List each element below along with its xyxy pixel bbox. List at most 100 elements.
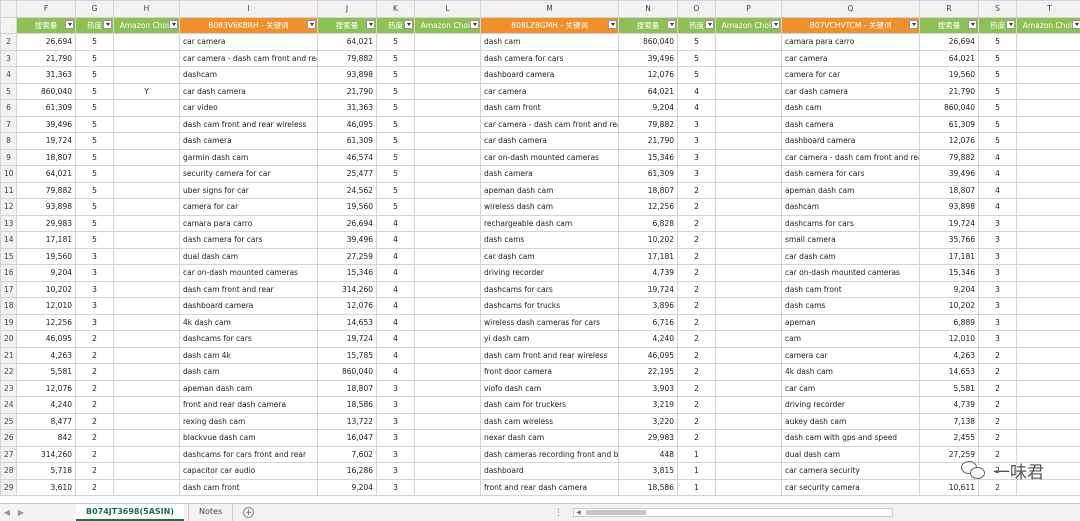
cell[interactable]: 860,040 [618, 33, 678, 51]
cell[interactable]: dashboard camera [179, 297, 318, 315]
scroll-left-arrow[interactable]: ◀ [574, 509, 583, 516]
cell[interactable]: 79,882 [317, 49, 377, 67]
cell[interactable]: dash camera for cars [480, 49, 619, 67]
cell[interactable]: dash camera [179, 132, 318, 150]
cell[interactable] [414, 379, 481, 397]
cell[interactable]: 3 [677, 165, 716, 183]
cell[interactable]: 2 [978, 379, 1017, 397]
cell[interactable]: 2,455 [919, 429, 979, 447]
row-number[interactable]: 28 [0, 462, 17, 480]
cell[interactable]: 2 [75, 346, 114, 364]
cell[interactable]: 10,202 [618, 231, 678, 249]
cell[interactable]: 3 [376, 445, 415, 463]
horizontal-scrollbar[interactable]: ◀ [573, 508, 894, 517]
row-number[interactable]: 29 [0, 478, 17, 496]
cell[interactable]: 3 [978, 330, 1017, 348]
cell[interactable]: 15,785 [317, 346, 377, 364]
cell[interactable] [1016, 247, 1080, 265]
cell[interactable]: 5,718 [16, 462, 76, 480]
cell[interactable] [113, 148, 180, 166]
cell[interactable]: 61,309 [16, 99, 76, 117]
cell[interactable]: 4 [376, 247, 415, 265]
cell[interactable]: dashboard camera [480, 66, 619, 84]
row-number[interactable]: 3 [0, 49, 17, 67]
cell[interactable] [715, 297, 782, 315]
cell[interactable]: car camera [781, 49, 920, 67]
cell[interactable]: 2 [75, 478, 114, 496]
cell[interactable]: dashcam [781, 198, 920, 216]
cell[interactable]: 26,694 [317, 214, 377, 232]
cell[interactable]: car camera - dash cam front and rear [179, 49, 318, 67]
cell[interactable]: 860,040 [16, 82, 76, 100]
cell[interactable]: 3 [978, 231, 1017, 249]
cell[interactable]: 3 [376, 478, 415, 496]
cell[interactable]: 2 [677, 429, 716, 447]
cell[interactable]: 5 [978, 82, 1017, 100]
cell[interactable]: wireless dash cameras for cars [480, 313, 619, 331]
sheet-table[interactable]: F G H I J K L M N O P Q R S T 1 搜索量 热度 Amazon Choic B083V6K… [0, 0, 1080, 496]
cell[interactable]: aukey dash cam [781, 412, 920, 430]
cell[interactable]: 3 [75, 264, 114, 282]
filter-dropdown-icon[interactable] [307, 19, 316, 29]
header-cell[interactable]: 搜索量 [16, 16, 76, 34]
cell[interactable]: uber signs for car [179, 181, 318, 199]
filter-dropdown-icon[interactable] [65, 19, 74, 29]
cell[interactable]: 2 [677, 379, 716, 397]
header-cell[interactable]: B083V6KBRH - 关键词 [179, 16, 318, 34]
cell[interactable]: 2 [677, 231, 716, 249]
cell[interactable] [113, 132, 180, 150]
cell[interactable]: 6,716 [618, 313, 678, 331]
cell[interactable] [113, 429, 180, 447]
row-number[interactable]: 2 [0, 33, 17, 51]
row-number[interactable]: 20 [0, 330, 17, 348]
cell[interactable]: 5 [978, 99, 1017, 117]
cell[interactable]: 3 [376, 412, 415, 430]
cell[interactable]: 3,903 [618, 379, 678, 397]
cell[interactable]: 5 [75, 148, 114, 166]
cell[interactable]: 7,138 [919, 412, 979, 430]
cell[interactable] [1016, 198, 1080, 216]
cell[interactable]: 9,204 [16, 264, 76, 282]
cell[interactable] [414, 132, 481, 150]
row-number[interactable]: 1 [0, 16, 17, 34]
cell[interactable]: car dash camera [179, 82, 318, 100]
cell[interactable]: 5 [75, 165, 114, 183]
header-cell[interactable]: Amazon Choic [414, 16, 481, 34]
cell[interactable]: car on-dash mounted cameras [781, 264, 920, 282]
cell[interactable] [414, 115, 481, 133]
cell[interactable]: dash cam [480, 33, 619, 51]
cell[interactable]: 21,790 [317, 82, 377, 100]
cell[interactable] [414, 297, 481, 315]
cell[interactable]: 5 [376, 33, 415, 51]
cell[interactable] [414, 412, 481, 430]
cell[interactable]: car security camera [781, 478, 920, 496]
cell[interactable] [113, 297, 180, 315]
cell[interactable]: dash camera for cars [179, 231, 318, 249]
cell[interactable] [1016, 181, 1080, 199]
cell[interactable] [1016, 297, 1080, 315]
cell[interactable]: 3 [978, 247, 1017, 265]
cell[interactable]: 2 [75, 429, 114, 447]
cell[interactable]: 17,181 [16, 231, 76, 249]
cell[interactable] [113, 412, 180, 430]
filter-dropdown-icon[interactable] [366, 19, 375, 29]
cell[interactable]: 3 [677, 115, 716, 133]
cell[interactable]: 2 [75, 462, 114, 480]
column-header[interactable]: P [715, 0, 782, 18]
cell[interactable]: 3 [677, 148, 716, 166]
cell[interactable] [715, 330, 782, 348]
cell[interactable]: camera car [781, 346, 920, 364]
cell[interactable]: 3,219 [618, 396, 678, 414]
cell[interactable]: 8,477 [16, 412, 76, 430]
cell[interactable] [1016, 99, 1080, 117]
cell[interactable]: 15,346 [919, 264, 979, 282]
cell[interactable]: 5 [75, 82, 114, 100]
cell[interactable] [1016, 379, 1080, 397]
cell[interactable]: 3 [75, 297, 114, 315]
cell[interactable] [1016, 115, 1080, 133]
header-cell[interactable]: B08LZ8GMH - 关键词 [480, 16, 619, 34]
cell[interactable]: 2 [75, 379, 114, 397]
column-header[interactable]: O [677, 0, 716, 18]
row-number[interactable]: 6 [0, 99, 17, 117]
cell[interactable]: 5 [677, 66, 716, 84]
